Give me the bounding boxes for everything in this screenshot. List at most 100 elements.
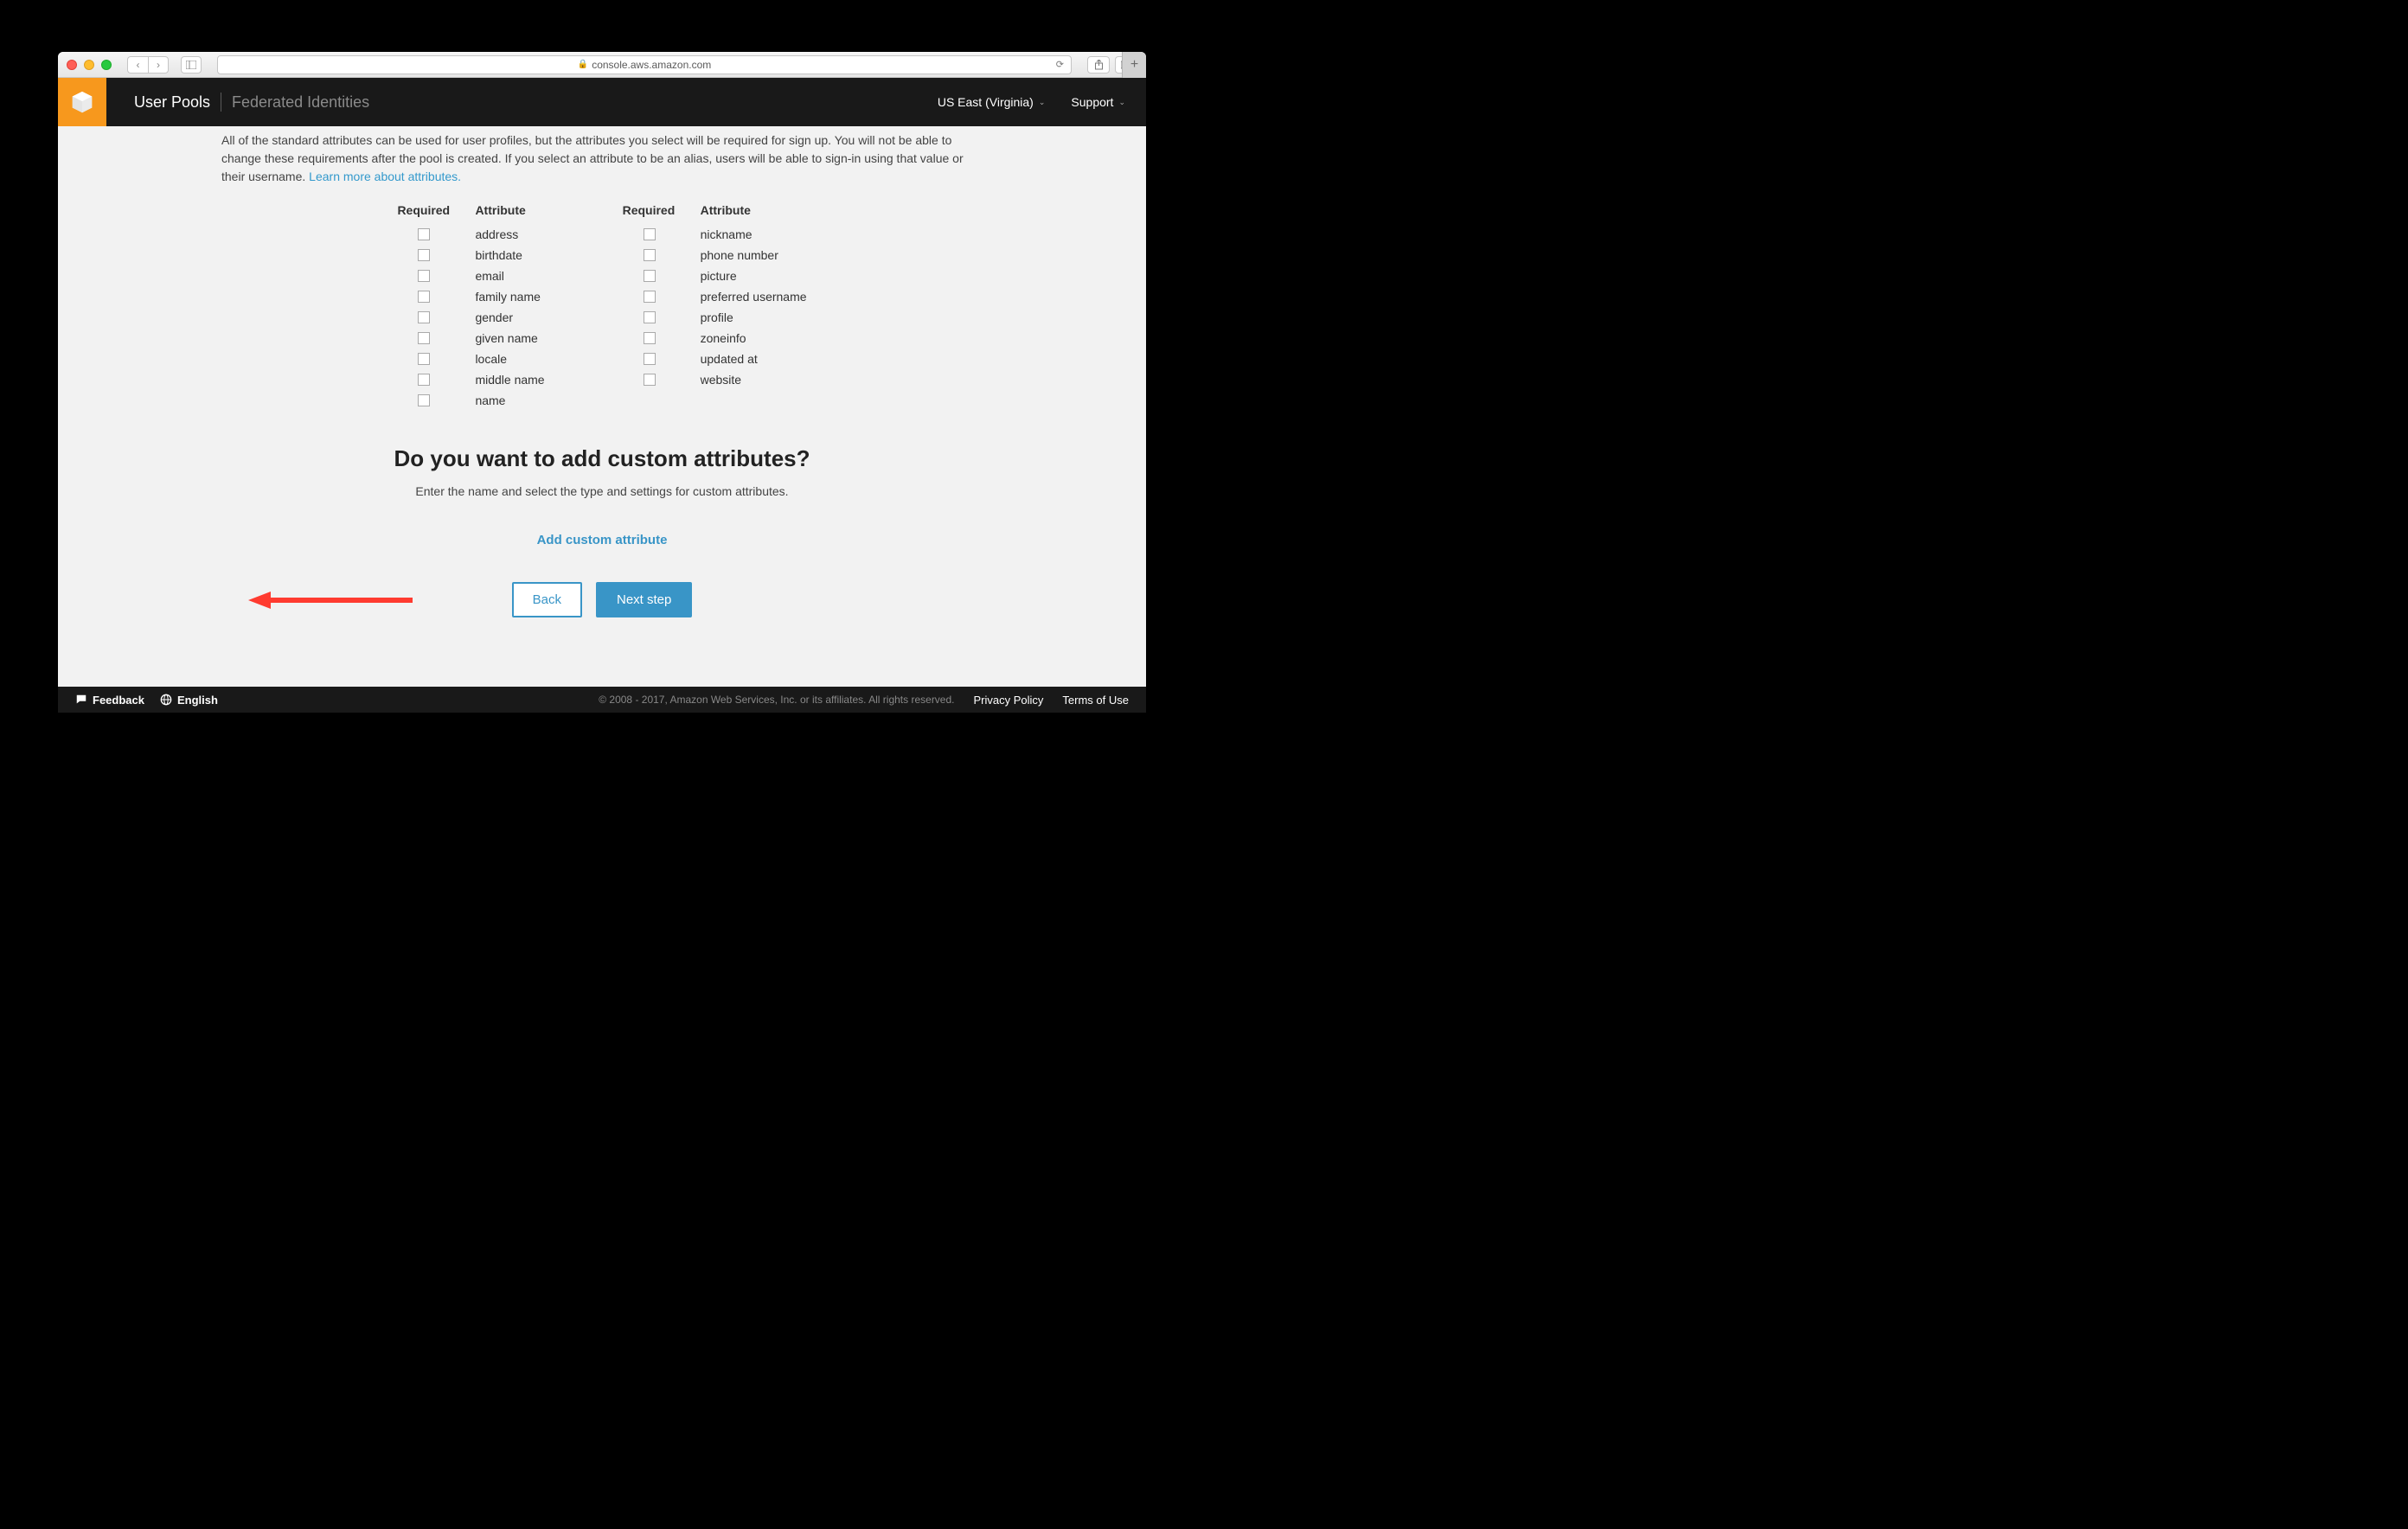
checkbox-website[interactable] [644, 374, 656, 386]
custom-subtext: Enter the name and select the type and s… [58, 484, 1146, 498]
browser-chrome: ‹ › 🔒 console.aws.amazon.com ⟳ + [58, 52, 1146, 78]
window-controls [67, 60, 112, 70]
maximize-window-button[interactable] [101, 60, 112, 70]
annotation-arrow [248, 589, 413, 611]
custom-attributes-section: Do you want to add custom attributes? En… [58, 445, 1146, 547]
checkbox-email[interactable] [418, 270, 430, 282]
attribute-label: picture [701, 269, 737, 283]
attribute-label: website [701, 373, 741, 387]
globe-icon [160, 694, 172, 706]
header-required: Required [397, 203, 451, 217]
feedback-button[interactable]: Feedback [75, 694, 144, 707]
browser-forward-button[interactable]: › [148, 56, 169, 74]
attribute-label: given name [475, 331, 537, 345]
chevron-down-icon: ⌄ [1118, 98, 1125, 107]
learn-more-link[interactable]: Learn more about attributes. [309, 170, 461, 183]
language-button[interactable]: English [160, 694, 218, 707]
checkbox-nickname[interactable] [644, 228, 656, 240]
next-step-button[interactable]: Next step [596, 582, 692, 617]
attributes-header: Required Attribute [397, 203, 544, 217]
support-label: Support [1071, 95, 1113, 109]
checkbox-profile[interactable] [644, 311, 656, 323]
attribute-row: birthdate [397, 245, 544, 265]
checkbox-name[interactable] [418, 394, 430, 406]
attribute-label: phone number [701, 248, 778, 262]
footer-left: Feedback English [75, 694, 218, 707]
header-nav: User Pools Federated Identities [124, 93, 380, 112]
attributes-column-left: Required Attribute address birthdate ema… [397, 203, 544, 411]
attribute-row: family name [397, 286, 544, 307]
attribute-row: middle name [397, 369, 544, 390]
attribute-row: zoneinfo [623, 328, 807, 349]
checkbox-address[interactable] [418, 228, 430, 240]
attribute-row: given name [397, 328, 544, 349]
attribute-label: address [475, 227, 518, 241]
checkbox-updated-at[interactable] [644, 353, 656, 365]
new-tab-button[interactable]: + [1122, 52, 1146, 78]
attributes-header: Required Attribute [623, 203, 807, 217]
checkbox-given-name[interactable] [418, 332, 430, 344]
checkbox-birthdate[interactable] [418, 249, 430, 261]
checkbox-family-name[interactable] [418, 291, 430, 303]
sidebar-toggle-button[interactable] [181, 56, 202, 74]
attribute-label: preferred username [701, 290, 807, 304]
back-button[interactable]: Back [512, 582, 582, 617]
nav-user-pools[interactable]: User Pools [124, 93, 221, 112]
attribute-row: preferred username [623, 286, 807, 307]
region-label: US East (Virginia) [938, 95, 1034, 109]
attribute-label: updated at [701, 352, 758, 366]
speech-bubble-icon [75, 694, 87, 706]
checkbox-middle-name[interactable] [418, 374, 430, 386]
browser-back-button[interactable]: ‹ [127, 56, 148, 74]
attribute-row: profile [623, 307, 807, 328]
header-required: Required [623, 203, 676, 217]
share-button[interactable] [1087, 56, 1110, 74]
attribute-label: zoneinfo [701, 331, 746, 345]
attribute-label: email [475, 269, 503, 283]
checkbox-zoneinfo[interactable] [644, 332, 656, 344]
checkbox-locale[interactable] [418, 353, 430, 365]
checkbox-preferred-username[interactable] [644, 291, 656, 303]
minimize-window-button[interactable] [84, 60, 94, 70]
attribute-label: birthdate [475, 248, 522, 262]
wizard-nav-buttons: Back Next step [58, 582, 1146, 617]
language-label: English [177, 694, 218, 707]
url-text: console.aws.amazon.com [592, 59, 711, 71]
custom-heading: Do you want to add custom attributes? [58, 445, 1146, 472]
attribute-row: locale [397, 349, 544, 369]
attribute-label: gender [475, 310, 513, 324]
attribute-label: profile [701, 310, 733, 324]
attribute-row: updated at [623, 349, 807, 369]
checkbox-gender[interactable] [418, 311, 430, 323]
attribute-row: gender [397, 307, 544, 328]
url-bar[interactable]: 🔒 console.aws.amazon.com ⟳ [217, 55, 1072, 74]
checkbox-picture[interactable] [644, 270, 656, 282]
attribute-label: family name [475, 290, 540, 304]
intro-text: All of the standard attributes can be us… [204, 131, 1000, 186]
attribute-row: picture [623, 265, 807, 286]
attribute-row: nickname [623, 224, 807, 245]
browser-window: ‹ › 🔒 console.aws.amazon.com ⟳ + User Po… [58, 52, 1146, 713]
attributes-table: Required Attribute address birthdate ema… [213, 203, 991, 411]
checkbox-phone-number[interactable] [644, 249, 656, 261]
reload-icon[interactable]: ⟳ [1056, 59, 1064, 70]
app-header: User Pools Federated Identities US East … [58, 78, 1146, 126]
add-custom-attribute-link[interactable]: Add custom attribute [58, 533, 1146, 547]
region-selector[interactable]: US East (Virginia) ⌄ [938, 95, 1046, 109]
lock-icon: 🔒 [578, 60, 588, 69]
chevron-down-icon: ⌄ [1039, 98, 1046, 107]
attribute-label: nickname [701, 227, 752, 241]
attribute-label: middle name [475, 373, 544, 387]
privacy-policy-link[interactable]: Privacy Policy [974, 694, 1044, 707]
terms-of-use-link[interactable]: Terms of Use [1062, 694, 1129, 707]
attribute-row: address [397, 224, 544, 245]
aws-cognito-logo[interactable] [58, 78, 106, 126]
close-window-button[interactable] [67, 60, 77, 70]
attribute-row: email [397, 265, 544, 286]
attribute-label: name [475, 393, 505, 407]
copyright-text: © 2008 - 2017, Amazon Web Services, Inc.… [599, 694, 954, 706]
attribute-row: name [397, 390, 544, 411]
nav-federated-identities[interactable]: Federated Identities [221, 93, 380, 112]
header-right: US East (Virginia) ⌄ Support ⌄ [938, 95, 1146, 109]
support-menu[interactable]: Support ⌄ [1071, 95, 1125, 109]
